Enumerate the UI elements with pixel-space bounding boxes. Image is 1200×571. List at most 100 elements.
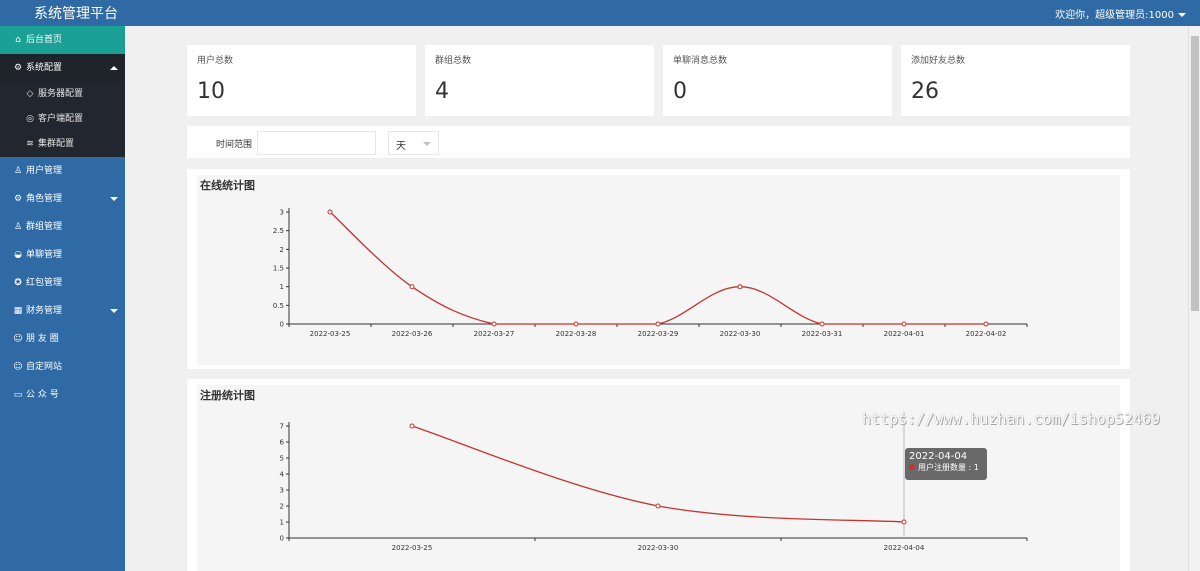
sidebar-item-home[interactable]: ⌂ 后台首页 — [0, 26, 125, 54]
watermark-text: https://www.huzhan.com/ishop52469 — [862, 410, 1161, 428]
data-point — [655, 503, 661, 509]
sidebar-item-label: 朋 友 圈 — [26, 334, 59, 344]
user-menu[interactable]: 欢迎你，超级管理员:1000 — [1055, 6, 1186, 21]
y-tick-label: 2.5 — [273, 227, 284, 235]
y-tick-label: 6 — [280, 439, 285, 447]
main-content: 用户总数 10 群组总数 4 单聊消息总数 0 添加好友总数 26 时间范围 天… — [125, 26, 1188, 571]
stat-value: 0 — [673, 79, 687, 104]
online-chart-card: 在线统计图 0 0.5 1 1.5 2 2.5 3 2022-03-25 2022-03-26 2… — [187, 169, 1130, 369]
time-range-label: 时间范围 — [216, 140, 253, 150]
stat-label: 群组总数 — [435, 56, 472, 66]
sidebar-subitem-cluster-config[interactable]: ≋ 集群配置 — [0, 132, 125, 157]
x-tick-label: 2022-03-30 — [720, 330, 761, 338]
data-point — [819, 321, 825, 327]
sidebar-item-finance-mgmt[interactable]: ▦ 财务管理 — [0, 297, 125, 325]
x-tick-label: 2022-03-29 — [638, 330, 679, 338]
time-unit-select[interactable]: 天 — [388, 131, 439, 155]
stat-card-groups: 群组总数 4 — [425, 45, 654, 116]
scrollbar-thumb[interactable] — [1191, 36, 1199, 311]
redpacket-icon: ✪ — [14, 278, 22, 288]
sidebar-item-chat-mgmt[interactable]: ◒ 单聊管理 — [0, 241, 125, 269]
y-tick-label: 3 — [280, 209, 284, 217]
time-range-input[interactable] — [257, 131, 376, 155]
smile-icon: ☺ — [13, 362, 23, 372]
stat-value: 26 — [911, 79, 939, 104]
filter-bar: 时间范围 天 — [187, 126, 1130, 158]
y-tick-label: 0 — [280, 321, 284, 329]
y-tick-label: 1 — [280, 283, 284, 291]
y-tick-label: 1 — [280, 519, 284, 527]
stat-label: 单聊消息总数 — [673, 56, 728, 66]
data-point — [737, 284, 743, 290]
sidebar-item-label: 财务管理 — [26, 306, 63, 316]
sidebar-item-group-mgmt[interactable]: ♙ 群组管理 — [0, 213, 125, 241]
chart-tooltip: 2022-04-04 用户注册数量 : 1 — [905, 448, 987, 480]
y-tick-label: 2 — [280, 503, 284, 511]
register-chart-title: 注册统计图 — [200, 389, 255, 402]
sidebar-item-label: 用户管理 — [26, 166, 63, 176]
stat-label: 添加好友总数 — [911, 56, 966, 66]
gear-icon: ⚙ — [13, 194, 23, 204]
sidebar-subitem-server-config[interactable]: ◇ 服务器配置 — [0, 82, 125, 107]
sidebar-item-label: 公 众 号 — [26, 390, 59, 400]
sidebar-subitem-client-config[interactable]: ◎ 客户端配置 — [0, 107, 125, 132]
chat-icon: ◒ — [14, 250, 22, 260]
series-dot-icon — [909, 464, 915, 470]
x-tick-label: 2022-03-28 — [556, 330, 597, 338]
data-point — [491, 321, 497, 327]
online-chart-title: 在线统计图 — [200, 179, 255, 192]
y-tick-label: 7 — [280, 423, 284, 431]
data-point — [409, 423, 415, 429]
data-point — [327, 209, 333, 215]
page-scrollbar[interactable] — [1188, 26, 1200, 571]
sidebar-item-label: 红包管理 — [26, 278, 63, 288]
stat-card-messages: 单聊消息总数 0 — [663, 45, 892, 116]
x-tick-label: 2022-03-26 — [392, 330, 433, 338]
x-tick-label: 2022-03-27 — [474, 330, 515, 338]
calendar-icon: ▦ — [13, 306, 23, 316]
y-tick-label: 4 — [280, 471, 285, 479]
x-tick-label: 2022-03-25 — [310, 330, 351, 338]
chevron-down-icon — [110, 309, 118, 313]
sidebar-item-official-account[interactable]: ▭ 公 众 号 — [0, 381, 125, 409]
y-tick-label: 0 — [280, 535, 284, 543]
data-point — [983, 321, 989, 327]
sidebar-item-label: 自定网站 — [26, 362, 63, 372]
stat-card-friends: 添加好友总数 26 — [901, 45, 1130, 116]
stat-value: 4 — [435, 79, 449, 104]
sidebar-item-label: 服务器配置 — [38, 89, 84, 99]
layers-icon: ≋ — [26, 139, 34, 149]
y-tick-label: 2 — [280, 246, 284, 254]
y-tick-label: 3 — [280, 487, 284, 495]
y-tick-label: 1.5 — [273, 265, 284, 273]
chevron-down-icon — [1178, 13, 1186, 17]
tooltip-date: 2022-04-04 — [909, 451, 968, 462]
tooltip-series: 用户注册数量 : 1 — [918, 463, 979, 472]
home-icon: ⌂ — [15, 35, 21, 45]
smile-icon: ☺ — [13, 334, 23, 344]
online-chart-plot: 0 0.5 1 1.5 2 2.5 3 2022-03-25 2022-03-26 2022-03… — [197, 175, 1120, 365]
user-icon: ♙ — [13, 166, 23, 176]
users-icon: ♙ — [13, 222, 23, 232]
x-tick-label: 2022-03-25 — [392, 544, 433, 552]
sidebar-item-role-mgmt[interactable]: ⚙ 角色管理 — [0, 185, 125, 213]
sidebar-item-moments[interactable]: ☺ 朋 友 圈 — [0, 325, 125, 353]
sidebar-item-redpacket-mgmt[interactable]: ✪ 红包管理 — [0, 269, 125, 297]
stat-label: 用户总数 — [197, 56, 234, 66]
y-tick-label: 5 — [280, 455, 284, 463]
sidebar-item-label: 后台首页 — [26, 35, 63, 45]
y-tick-label: 0.5 — [273, 302, 284, 310]
chevron-down-icon — [110, 197, 118, 201]
data-point — [409, 284, 415, 290]
app-title: 系统管理平台 — [34, 6, 118, 22]
stat-card-users: 用户总数 10 — [187, 45, 416, 116]
sidebar-item-user-mgmt[interactable]: ♙ 用户管理 — [0, 157, 125, 185]
cube-icon: ◇ — [26, 89, 34, 99]
data-point — [573, 321, 579, 327]
submenu-system-config: ◇ 服务器配置 ◎ 客户端配置 ≋ 集群配置 — [0, 82, 125, 157]
sidebar-item-custom-site[interactable]: ☺ 自定网站 — [0, 353, 125, 381]
stat-value: 10 — [197, 79, 225, 104]
sidebar-item-system-config[interactable]: ⚙ 系统配置 — [0, 54, 125, 82]
welcome-text: 欢迎你，超级管理员:1000 — [1055, 10, 1174, 21]
x-tick-label: 2022-04-04 — [884, 544, 925, 552]
